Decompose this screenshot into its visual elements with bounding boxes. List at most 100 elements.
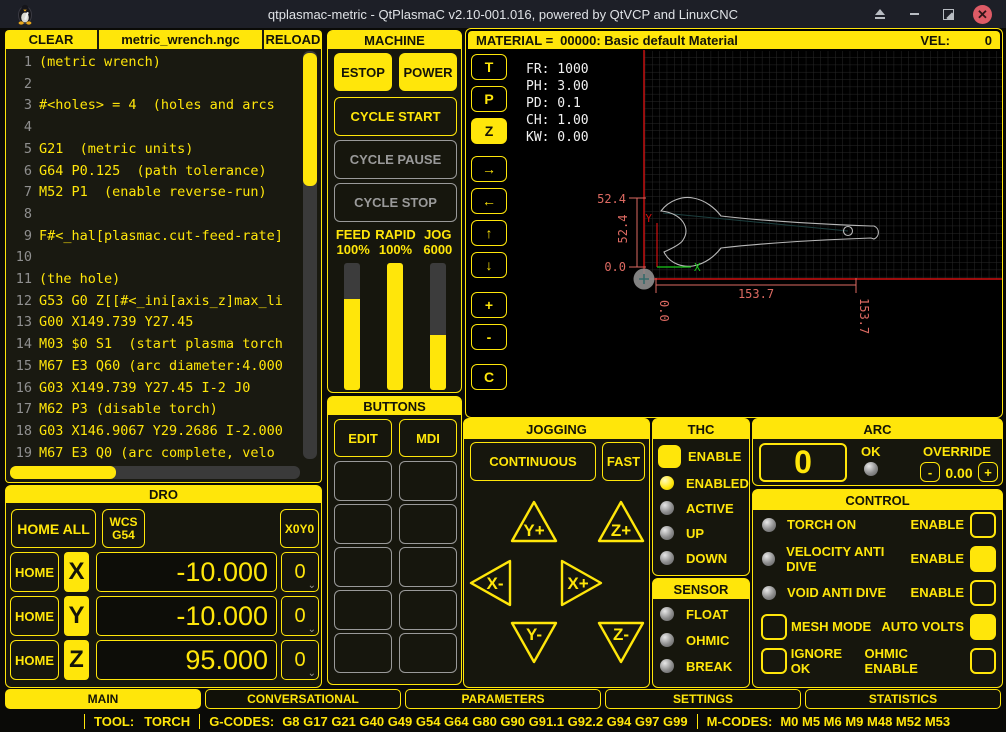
- scrollbar-thumb[interactable]: [10, 466, 116, 479]
- jog-y-plus-button[interactable]: Y+: [507, 496, 561, 550]
- pan-down-button[interactable]: ↓: [471, 252, 507, 278]
- enable-checkbox[interactable]: [970, 546, 996, 572]
- axis-letter-y[interactable]: Y: [64, 596, 89, 636]
- clear-plot-button[interactable]: C: [471, 364, 507, 390]
- gcode-line[interactable]: 4: [10, 117, 302, 139]
- gcode-viewer[interactable]: 1(metric wrench)23#<holes> = 4 (holes an…: [5, 49, 322, 483]
- override-minus-button[interactable]: -: [920, 462, 940, 482]
- user-button-empty[interactable]: [334, 461, 392, 501]
- user-button-empty[interactable]: [399, 590, 457, 630]
- jog-continuous-button[interactable]: CONTINUOUS: [470, 442, 596, 481]
- cycle-pause-button[interactable]: CYCLE PAUSE: [334, 140, 457, 179]
- feed-override-slider[interactable]: [344, 263, 360, 390]
- gcode-line[interactable]: 18G03 X146.9067 Y29.2686 I-2.000: [10, 421, 302, 443]
- jog-z-plus-button[interactable]: Z+: [594, 496, 648, 550]
- tab-settings[interactable]: SETTINGS: [605, 689, 801, 709]
- home-y-button[interactable]: HOME: [10, 596, 59, 636]
- dro-x-offset-select[interactable]: 0⌄: [281, 552, 319, 592]
- enable-checkbox[interactable]: [970, 512, 996, 538]
- jog-x-plus-button[interactable]: X+: [553, 556, 607, 610]
- pan-left-button[interactable]: ←: [471, 188, 507, 214]
- zoom-in-button[interactable]: +: [471, 292, 507, 318]
- slider-fill: [387, 263, 403, 390]
- mesh-mode-checkbox[interactable]: [761, 614, 787, 640]
- jog-override-slider[interactable]: [430, 263, 446, 390]
- jog-x-minus-button[interactable]: X-: [465, 556, 519, 610]
- scrollbar-thumb[interactable]: [303, 53, 317, 186]
- rollup-button[interactable]: [871, 5, 889, 23]
- gcode-horizontal-scrollbar[interactable]: [10, 466, 300, 479]
- tab-main[interactable]: MAIN: [5, 689, 201, 709]
- zoom-extents-button[interactable]: Z: [471, 118, 507, 144]
- gcode-line[interactable]: 14M03 $0 S1 (start plasma torch: [10, 334, 302, 356]
- user-button-empty[interactable]: [399, 633, 457, 673]
- ignore-ok-checkbox[interactable]: [761, 648, 787, 674]
- gcode-line[interactable]: 2: [10, 74, 302, 96]
- home-z-button[interactable]: HOME: [10, 640, 59, 680]
- gcode-line[interactable]: 6G64 P0.125 (path tolerance): [10, 161, 302, 183]
- gcode-line[interactable]: 9F#<_hal[plasmac.cut-feed-rate]: [10, 226, 302, 248]
- tool-button[interactable]: T: [471, 54, 507, 80]
- user-button-empty[interactable]: [334, 633, 392, 673]
- gcode-line[interactable]: 7M52 P1 (enable reverse-run): [10, 182, 302, 204]
- user-button-empty[interactable]: [399, 547, 457, 587]
- jog-fast-button[interactable]: FAST: [602, 442, 645, 481]
- gcode-plot[interactable]: Y X 52.4 52.4 0.0 153.7 0.0 153.7: [513, 50, 1002, 416]
- dro-z-offset-select[interactable]: 0⌄: [281, 640, 319, 680]
- loaded-file-name[interactable]: metric_wrench.ngc: [99, 30, 262, 49]
- divider: [199, 714, 200, 729]
- ohmic-enable-checkbox[interactable]: [970, 648, 996, 674]
- zero-xy-button[interactable]: X0Y0: [280, 509, 319, 548]
- user-button-empty[interactable]: [399, 461, 457, 501]
- gcode-line[interactable]: 12G53 G0 Z[[#<_ini[axis_z]max_li: [10, 291, 302, 313]
- home-all-button[interactable]: HOME ALL: [11, 509, 96, 548]
- clear-file-button[interactable]: CLEAR: [5, 30, 97, 49]
- restore-button[interactable]: [939, 5, 957, 23]
- close-button[interactable]: ✕: [973, 5, 992, 24]
- dro-y-offset-select[interactable]: 0⌄: [281, 596, 319, 636]
- pan-up-button[interactable]: ↑: [471, 220, 507, 246]
- power-button[interactable]: POWER: [399, 53, 457, 91]
- points-button[interactable]: P: [471, 86, 507, 112]
- gcode-line[interactable]: 1(metric wrench): [10, 52, 302, 74]
- tab-parameters[interactable]: PARAMETERS: [405, 689, 601, 709]
- gcode-vertical-scrollbar[interactable]: [303, 51, 317, 459]
- thc-enable-checkbox[interactable]: [658, 445, 681, 468]
- rapid-override-slider[interactable]: [387, 263, 403, 390]
- gcode-line[interactable]: 5G21 (metric units): [10, 139, 302, 161]
- zoom-out-button[interactable]: -: [471, 324, 507, 350]
- user-button-empty[interactable]: [334, 590, 392, 630]
- gcode-line[interactable]: 19M67 E3 Q0 (arc complete, velo: [10, 443, 302, 465]
- tab-conversational[interactable]: CONVERSATIONAL: [205, 689, 401, 709]
- material-bar[interactable]: MATERIAL = 00000: Basic default Material…: [468, 31, 1000, 49]
- gcode-line[interactable]: 17M62 P3 (disable torch): [10, 399, 302, 421]
- axis-letter-x[interactable]: X: [64, 552, 89, 592]
- estop-button[interactable]: ESTOP: [334, 53, 392, 91]
- tab-statistics[interactable]: STATISTICS: [805, 689, 1001, 709]
- gcode-line[interactable]: 10: [10, 247, 302, 269]
- gcode-line[interactable]: 15M67 E3 Q60 (arc diameter:4.000: [10, 356, 302, 378]
- home-x-button[interactable]: HOME: [10, 552, 59, 592]
- jog-z-minus-button[interactable]: Z-: [594, 614, 648, 668]
- wcs-button[interactable]: WCS G54: [102, 509, 145, 548]
- axis-letter-z[interactable]: Z: [64, 640, 89, 680]
- minimize-button[interactable]: [905, 5, 923, 23]
- gcode-line[interactable]: 11(the hole): [10, 269, 302, 291]
- cycle-stop-button[interactable]: CYCLE STOP: [334, 183, 457, 222]
- edit-button[interactable]: EDIT: [334, 419, 392, 457]
- enable-checkbox[interactable]: [970, 580, 996, 606]
- user-button-empty[interactable]: [334, 547, 392, 587]
- pan-right-button[interactable]: →: [471, 156, 507, 182]
- gcode-line[interactable]: 13G00 X149.739 Y27.45: [10, 312, 302, 334]
- gcode-line[interactable]: 16G03 X149.739 Y27.45 I-2 J0: [10, 378, 302, 400]
- reload-file-button[interactable]: RELOAD: [264, 30, 322, 49]
- cycle-start-button[interactable]: CYCLE START: [334, 97, 457, 136]
- jog-y-minus-button[interactable]: Y-: [507, 614, 561, 668]
- user-button-empty[interactable]: [399, 504, 457, 544]
- override-plus-button[interactable]: +: [978, 462, 998, 482]
- user-button-empty[interactable]: [334, 504, 392, 544]
- gcode-line[interactable]: 8: [10, 204, 302, 226]
- auto-volts-checkbox[interactable]: [970, 614, 996, 640]
- gcode-line[interactable]: 3#<holes> = 4 (holes and arcs: [10, 95, 302, 117]
- mdi-button[interactable]: MDI: [399, 419, 457, 457]
